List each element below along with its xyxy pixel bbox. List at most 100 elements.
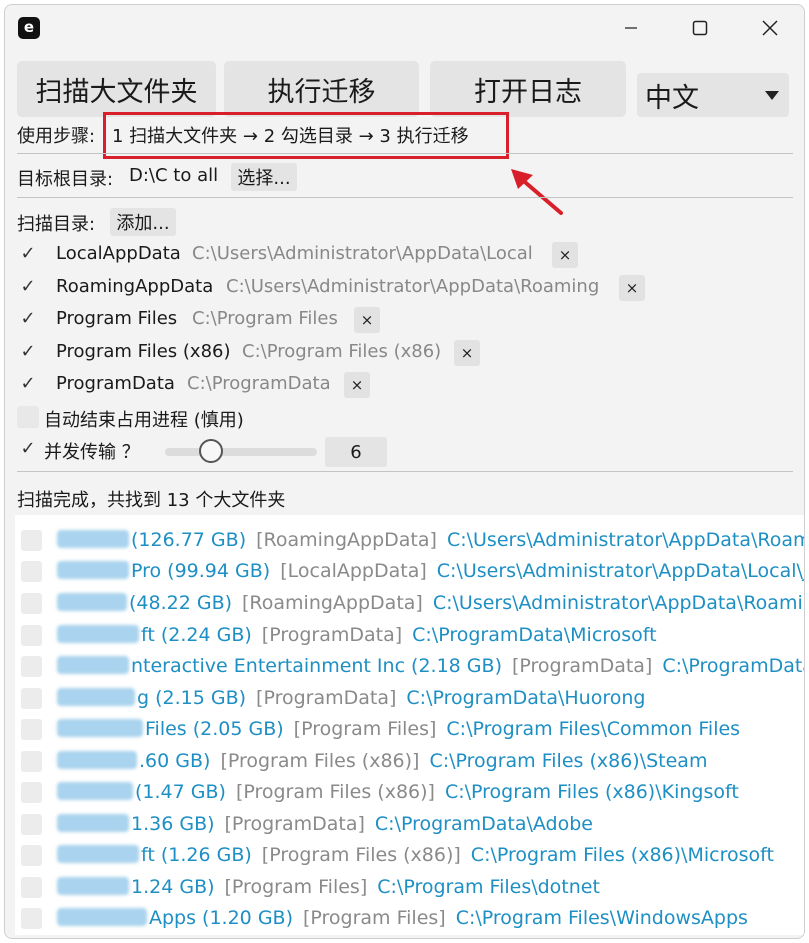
close-icon: [762, 20, 778, 36]
result-checkbox[interactable]: [21, 782, 42, 803]
dir-checkbox[interactable]: ✓: [17, 276, 39, 298]
target-path: D:\C to all: [129, 165, 219, 186]
language-select[interactable]: 中文: [637, 73, 789, 117]
blurred-name: [57, 908, 147, 926]
migrate-button[interactable]: 执行迁移: [224, 61, 419, 117]
dir-checkbox[interactable]: ✓: [17, 373, 39, 395]
open-log-button[interactable]: 打开日志: [430, 61, 626, 117]
result-name: g (2.15 GB): [137, 687, 247, 709]
divider: [17, 471, 793, 472]
result-name: nteractive Entertainment Inc (2.18 GB): [131, 655, 502, 677]
maximize-button[interactable]: [678, 13, 722, 43]
minimize-icon: [625, 27, 637, 29]
dir-name: RoamingAppData: [56, 276, 214, 297]
result-path: C:\Program Files (x86)\Steam: [429, 750, 708, 772]
result-checkbox[interactable]: [21, 530, 42, 551]
result-name: (48.22 GB): [129, 592, 233, 614]
add-dir-button[interactable]: 添加...: [110, 208, 176, 236]
remove-dir-button[interactable]: ×: [454, 340, 480, 366]
result-category: [Program Files (x86)]: [220, 750, 420, 772]
choose-target-button[interactable]: 选择...: [231, 163, 297, 191]
dir-checkbox[interactable]: ✓: [17, 243, 39, 265]
slider-thumb[interactable]: [199, 439, 223, 463]
dir-name: ProgramData: [56, 373, 175, 394]
result-checkbox[interactable]: [21, 814, 42, 835]
result-path: C:\ProgramData\Adobe: [374, 813, 593, 835]
blurred-name: [57, 561, 129, 579]
result-path: C:\Program Files\WindowsApps: [455, 907, 748, 929]
scan-button[interactable]: 扫描大文件夹: [17, 61, 216, 117]
concurrency-slider[interactable]: [165, 448, 317, 456]
result-path: C:\Program Files\Common Files: [446, 718, 741, 740]
blurred-name: [57, 688, 135, 706]
target-label: 目标根目录:: [17, 169, 114, 190]
blurred-name: [57, 625, 139, 643]
dir-path: C:\ProgramData: [187, 373, 331, 394]
red-arrow-icon: [511, 169, 563, 215]
result-checkbox[interactable]: [21, 625, 42, 646]
result-category: [ProgramData]: [261, 624, 403, 646]
concurrency-value[interactable]: 6: [325, 437, 387, 467]
blurred-name: [57, 751, 137, 769]
results-list: (126.77 GB) [RoamingAppData] C:\Users\Admi…: [15, 515, 805, 935]
dir-checkbox[interactable]: ✓: [17, 308, 39, 330]
remove-dir-button[interactable]: ×: [552, 242, 578, 268]
result-category: [ProgramData]: [224, 813, 365, 835]
result-category: [Program Files]: [224, 876, 368, 898]
remove-dir-button[interactable]: ×: [354, 307, 380, 333]
minimize-button[interactable]: [609, 13, 653, 43]
result-name: Pro (99.94 GB): [131, 560, 271, 582]
concurrent-checkbox[interactable]: ✓: [17, 438, 39, 460]
result-checkbox[interactable]: [21, 908, 42, 929]
result-category: [LocalAppData]: [280, 560, 427, 582]
blurred-name: [57, 845, 139, 863]
result-checkbox[interactable]: [21, 845, 42, 866]
result-path: C:\ProgramData\Huorong: [406, 687, 646, 709]
result-checkbox[interactable]: [21, 751, 42, 772]
close-button[interactable]: [748, 13, 792, 43]
blurred-name: [57, 814, 129, 832]
steps-text: 1 扫描大文件夹 → 2 勾选目录 → 3 执行迁移: [112, 126, 469, 147]
result-checkbox[interactable]: [21, 656, 42, 677]
result-name: 1.36 GB): [131, 813, 215, 835]
auto-kill-checkbox[interactable]: [17, 406, 39, 428]
result-path: C:\Users\Administrator\AppData\Roamin: [446, 529, 805, 551]
result-category: [RoamingAppData]: [242, 592, 423, 614]
result-category: [Program Files (x86)]: [261, 844, 461, 866]
app-window: e 扫描大文件夹 执行迁移 打开日志 中文 使用步骤: 1 扫描大文件夹 → 2…: [4, 4, 805, 939]
blurred-name: [57, 593, 127, 611]
result-path: C:\Users\Administrator\AppData\Local\Jia: [436, 560, 805, 582]
result-category: [Program Files (x86)]: [235, 781, 435, 803]
maximize-icon: [692, 20, 708, 36]
result-checkbox[interactable]: [21, 719, 42, 740]
divider: [17, 197, 793, 198]
dir-name: Program Files: [56, 308, 178, 329]
app-icon: e: [18, 17, 40, 39]
result-checkbox[interactable]: [21, 688, 42, 709]
result-path: C:\ProgramData\Sony: [662, 655, 804, 677]
steps-label: 使用步骤:: [17, 126, 96, 147]
status-text: 扫描完成，共找到 13 个大文件夹: [17, 490, 286, 511]
dir-name: Program Files (x86): [56, 341, 231, 362]
remove-dir-button[interactable]: ×: [619, 275, 645, 301]
chevron-down-icon: [765, 91, 779, 100]
blurred-name: [57, 782, 133, 800]
dir-path: C:\Program Files: [192, 308, 338, 329]
result-checkbox[interactable]: [21, 561, 42, 582]
language-value: 中文: [645, 82, 699, 114]
dir-checkbox[interactable]: ✓: [17, 341, 39, 363]
result-checkbox[interactable]: [21, 877, 42, 898]
result-path: C:\Users\Administrator\AppData\Roaming\: [432, 592, 805, 614]
result-category: [ProgramData]: [256, 687, 397, 709]
result-checkbox[interactable]: [21, 593, 42, 614]
divider: [17, 153, 793, 154]
blurred-name: [57, 656, 129, 674]
remove-dir-button[interactable]: ×: [344, 372, 370, 398]
blurred-name: [57, 530, 129, 548]
dir-name: LocalAppData: [56, 243, 181, 264]
result-name: Apps (1.20 GB): [149, 907, 293, 929]
result-path: C:\Program Files (x86)\Kingsoft: [444, 781, 739, 803]
result-name: .60 GB): [139, 750, 211, 772]
result-path: C:\Program Files (x86)\Microsoft: [470, 844, 774, 866]
result-path: C:\ProgramData\Microsoft: [412, 624, 657, 646]
